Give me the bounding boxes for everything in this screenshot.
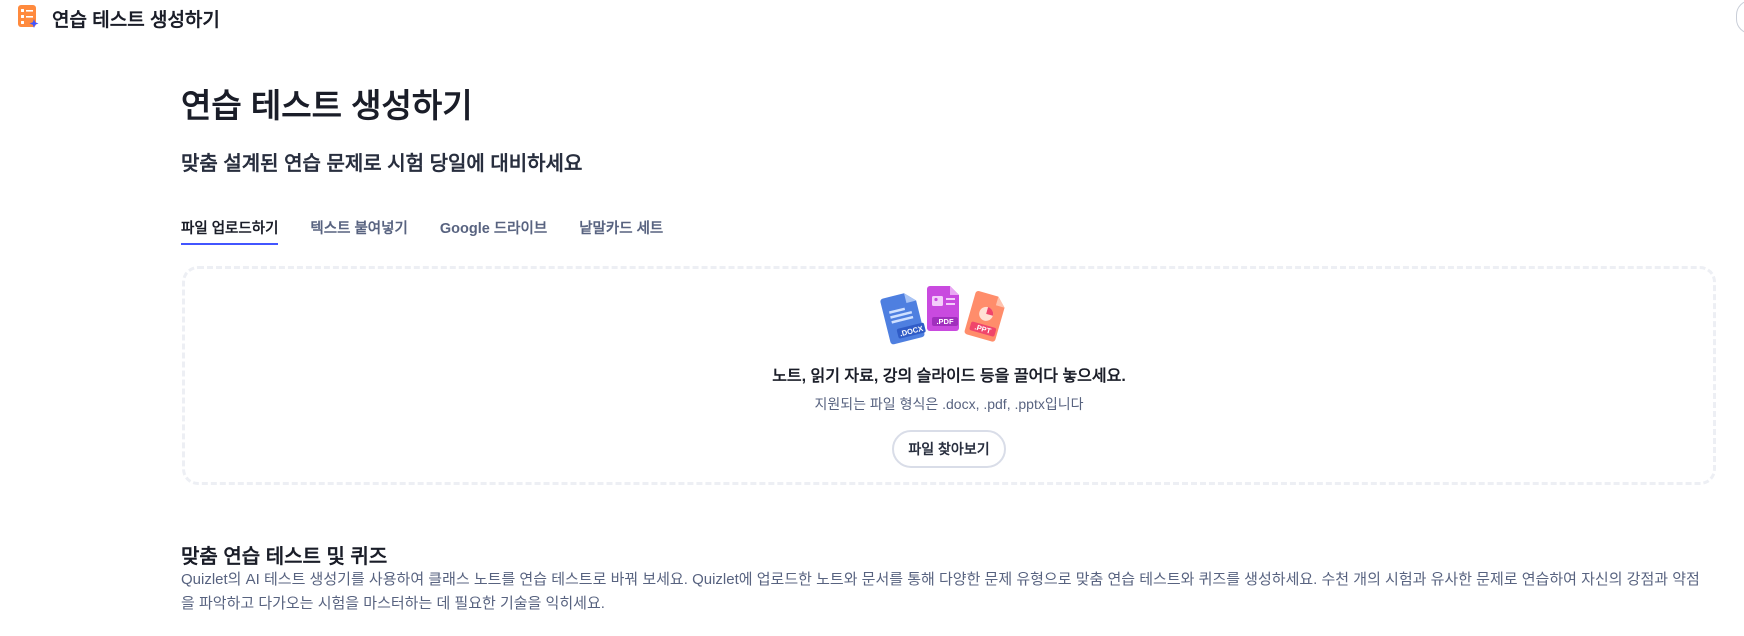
- svg-text:.PDF: .PDF: [936, 317, 954, 326]
- page-title: 연습 테스트 생성하기: [181, 87, 473, 124]
- supported-formats-text: 지원되는 파일 형식은 .docx, .pdf, .pptx입니다: [814, 396, 1084, 412]
- tab-google-drive[interactable]: Google 드라이브: [440, 215, 547, 245]
- top-bar: 연습 테스트 생성하기: [0, 0, 1744, 34]
- docx-file-icon: .DOCX: [880, 293, 926, 345]
- browse-files-button[interactable]: 파일 찾아보기: [892, 430, 1006, 468]
- pdf-file-icon: .PDF: [927, 286, 959, 331]
- section-title: 맞춤 연습 테스트 및 퀴즈: [181, 546, 388, 568]
- tab-flashcard-sets[interactable]: 낱말카드 세트: [579, 215, 663, 245]
- section-description: Quizlet의 AI 테스트 생성기를 사용하여 클래스 노트를 연습 테스트…: [181, 571, 1700, 612]
- tab-file-upload[interactable]: 파일 업로드하기: [181, 215, 279, 245]
- drop-zone-prompt: 노트, 읽기 자료, 강의 슬라이드 등을 끌어다 놓으세요.: [772, 368, 1126, 385]
- source-tabs: 파일 업로드하기 텍스트 붙여넣기 Google 드라이브 낱말카드 세트: [181, 215, 663, 245]
- tab-paste-text[interactable]: 텍스트 붙여넣기: [310, 215, 407, 245]
- page-subtitle: 맞춤 설계된 연습 문제로 시험 당일에 대비하세요: [181, 153, 583, 175]
- app-title: 연습 테스트 생성하기: [52, 10, 220, 31]
- ppt-file-icon: .PPT: [964, 290, 1005, 342]
- file-type-illustration: .DOCX .PDF .PPT: [874, 282, 1016, 346]
- checklist-sparkle-icon: [18, 5, 40, 29]
- profile-avatar-button[interactable]: [1736, 0, 1744, 34]
